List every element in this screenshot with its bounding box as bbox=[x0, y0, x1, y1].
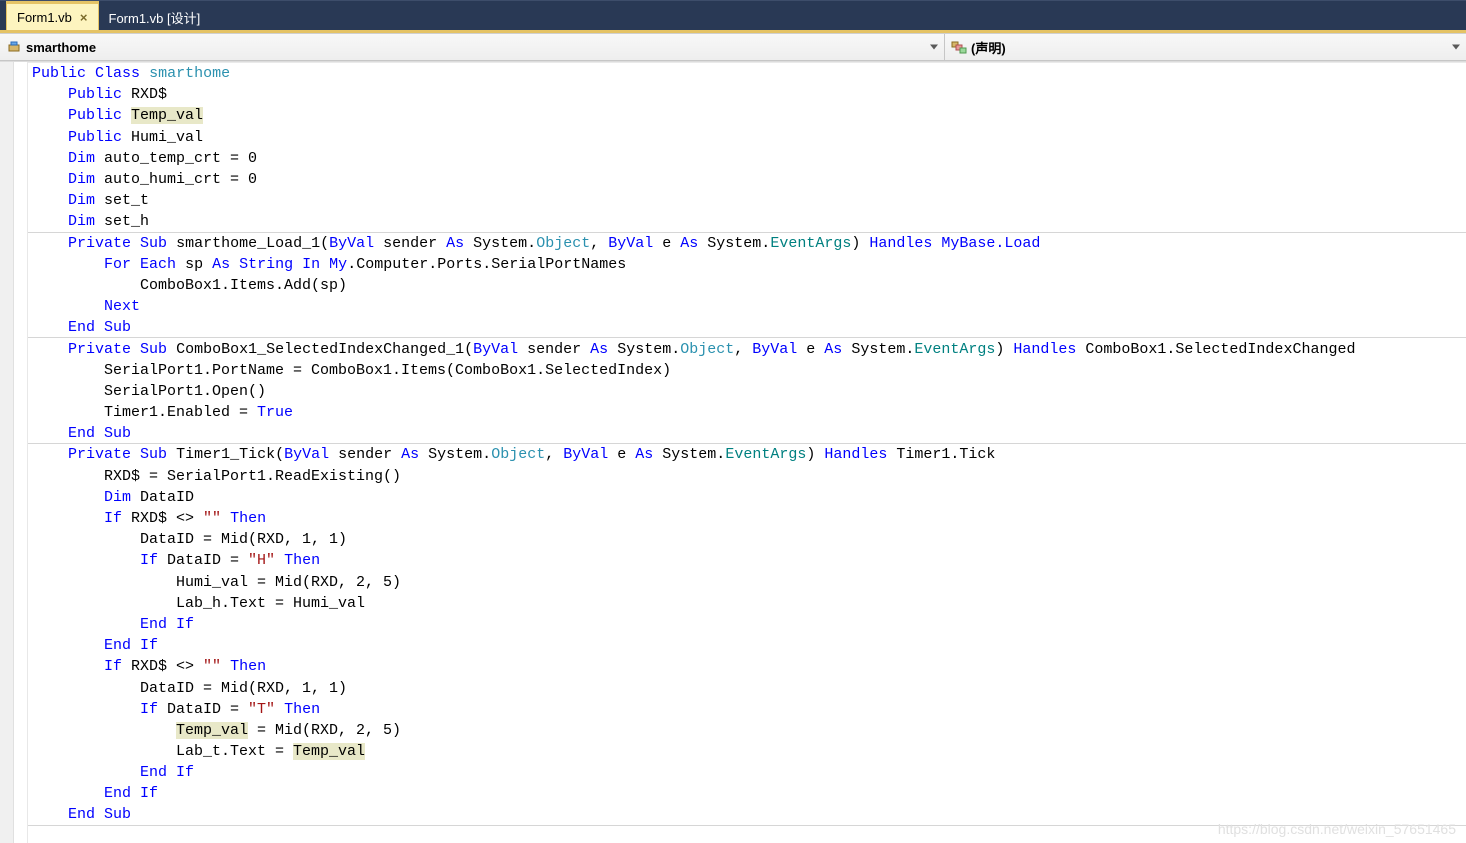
outlining-margin bbox=[14, 62, 28, 843]
code-line[interactable]: If DataID = "H" Then bbox=[28, 550, 1466, 571]
code-line[interactable]: For Each sp As String In My.Computer.Por… bbox=[28, 254, 1466, 275]
code-line[interactable]: End If bbox=[28, 762, 1466, 783]
code-line[interactable]: Private Sub smarthome_Load_1(ByVal sende… bbox=[28, 233, 1466, 254]
tab-label: Form1.vb [设计] bbox=[109, 8, 201, 27]
code-line[interactable]: Lab_t.Text = Temp_val bbox=[28, 741, 1466, 762]
code-line[interactable]: End If bbox=[28, 635, 1466, 656]
code-line[interactable]: RXD$ = SerialPort1.ReadExisting() bbox=[28, 466, 1466, 487]
code-line[interactable]: DataID = Mid(RXD, 1, 1) bbox=[28, 529, 1466, 550]
tab-form1-vb-design[interactable]: Form1.vb [设计] bbox=[99, 4, 211, 30]
code-line[interactable]: SerialPort1.Open() bbox=[28, 381, 1466, 402]
code-line[interactable]: Dim set_t bbox=[28, 190, 1466, 211]
tab-form1-vb[interactable]: Form1.vb × bbox=[6, 1, 99, 30]
code-line[interactable]: Timer1.Enabled = True bbox=[28, 402, 1466, 423]
code-line[interactable]: Dim auto_humi_crt = 0 bbox=[28, 169, 1466, 190]
code-line[interactable]: Next bbox=[28, 296, 1466, 317]
indicator-margin bbox=[0, 62, 14, 843]
code-line[interactable]: SerialPort1.PortName = ComboBox1.Items(C… bbox=[28, 360, 1466, 381]
class-selector-label: smarthome bbox=[26, 40, 96, 55]
code-editor[interactable]: Public Class smarthome Public RXD$ Publi… bbox=[0, 61, 1466, 843]
code-line[interactable]: Lab_h.Text = Humi_val bbox=[28, 593, 1466, 614]
member-selector-dropdown[interactable]: (声明) bbox=[945, 34, 1466, 60]
code-line[interactable]: Private Sub Timer1_Tick(ByVal sender As … bbox=[28, 444, 1466, 465]
code-line[interactable]: Public Humi_val bbox=[28, 127, 1466, 148]
code-line[interactable]: End If bbox=[28, 783, 1466, 804]
code-line[interactable]: If RXD$ <> "" Then bbox=[28, 508, 1466, 529]
code-line[interactable]: Dim auto_temp_crt = 0 bbox=[28, 148, 1466, 169]
code-line[interactable]: Public Temp_val bbox=[28, 105, 1466, 126]
class-icon bbox=[6, 39, 22, 55]
chevron-down-icon bbox=[1452, 45, 1460, 50]
code-line[interactable]: Humi_val = Mid(RXD, 2, 5) bbox=[28, 572, 1466, 593]
member-selector-label: (声明) bbox=[971, 38, 1006, 57]
code-line[interactable]: End If bbox=[28, 614, 1466, 635]
code-line[interactable]: Public RXD$ bbox=[28, 84, 1466, 105]
code-line[interactable]: Private Sub ComboBox1_SelectedIndexChang… bbox=[28, 338, 1466, 359]
code-line[interactable]: End Sub bbox=[28, 317, 1466, 338]
code-line[interactable]: Dim DataID bbox=[28, 487, 1466, 508]
close-icon[interactable]: × bbox=[80, 10, 88, 25]
tab-label: Form1.vb bbox=[17, 10, 72, 25]
code-line[interactable]: If DataID = "T" Then bbox=[28, 699, 1466, 720]
class-selector-dropdown[interactable]: smarthome bbox=[0, 34, 945, 60]
code-text-area[interactable]: Public Class smarthome Public RXD$ Publi… bbox=[28, 62, 1466, 843]
code-line[interactable]: DataID = Mid(RXD, 1, 1) bbox=[28, 677, 1466, 698]
code-line[interactable]: ComboBox1.Items.Add(sp) bbox=[28, 275, 1466, 296]
code-line[interactable]: Temp_val = Mid(RXD, 2, 5) bbox=[28, 720, 1466, 741]
code-line[interactable]: If RXD$ <> "" Then bbox=[28, 656, 1466, 677]
code-line[interactable]: Dim set_h bbox=[28, 211, 1466, 232]
declarations-icon bbox=[951, 39, 967, 55]
code-line[interactable]: End Sub bbox=[28, 423, 1466, 444]
code-line[interactable]: End Sub bbox=[28, 805, 1466, 826]
code-line[interactable]: Public Class smarthome bbox=[28, 63, 1466, 84]
tab-strip: Form1.vb × Form1.vb [设计] bbox=[0, 0, 1466, 30]
navigation-bar: smarthome (声明) bbox=[0, 33, 1466, 61]
chevron-down-icon bbox=[930, 45, 938, 50]
